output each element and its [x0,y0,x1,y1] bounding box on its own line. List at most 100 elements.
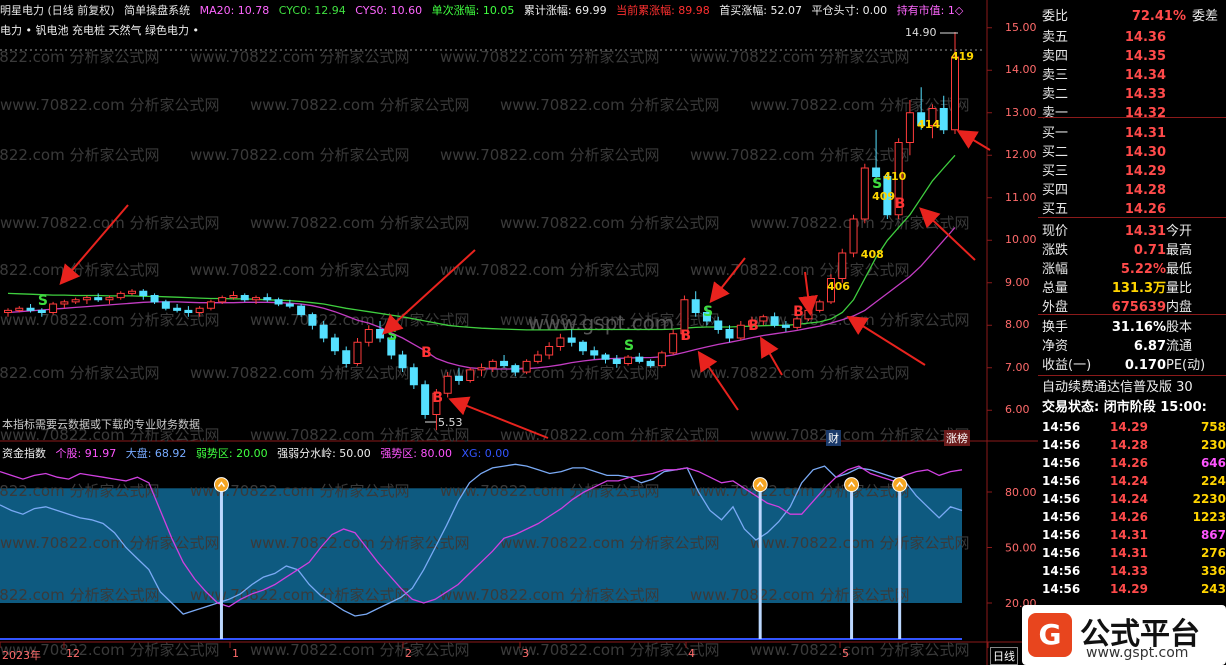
watermark-text: www.70822.com 分析家公式网 [0,48,160,66]
watermark-text: www.70822.com 分析家公式网 [250,214,470,232]
xg-value: XG: 0.00 [461,447,510,460]
ask-row-label: 卖三 [1042,68,1069,83]
system-name[interactable]: 简单操盘系统 [124,4,190,17]
badge-zb[interactable]: 涨榜 [944,430,970,446]
candle-body [443,375,452,394]
signal-label: S [38,293,48,309]
ask-row: 卖五 14.36 [1042,28,1226,47]
candle-body [500,360,509,367]
candle-body [297,305,306,316]
tick-volume: 2230 [1192,492,1226,506]
watermark-text: www.70822.com 分析家公式网 [440,146,660,164]
watermark-text: www.70822.com 分析家公式网 [0,146,160,164]
quote-row: 总量 131.3万 量比 [1042,279,1226,298]
signal-dot [752,477,768,493]
signal-label: B [895,196,906,212]
signal-label: 409 [872,190,895,203]
candle-body [951,56,959,131]
finance-row-value: 31.16% [1111,320,1166,335]
candle-body [252,297,261,301]
candle-body [624,356,633,364]
watermark-text: www.70822.com 分析家公式网 [690,586,910,604]
price-axis-label: 13.00 [1005,105,1037,119]
watermark-text: www.70822.com 分析家公式网 [690,364,910,382]
ask-row-value: 14.33 [1124,87,1166,102]
watermark-text: www.70822.com 分析家公式网 [750,96,970,114]
badge-cai[interactable]: 财 [826,430,841,446]
time-axis-label: 3 [522,647,529,660]
tick-volume: 230 [1200,438,1226,452]
indicator-name[interactable]: 资金指数 [2,447,46,460]
candle-body [206,301,215,309]
time-axis-label: 2023年 [2,649,41,662]
tick-time: 14:56 [1042,528,1081,542]
candle-body [161,301,170,309]
panel-separator [1038,217,1226,218]
candle-body [342,350,351,364]
tick-time: 14:56 [1042,582,1081,596]
stock-title[interactable]: 明星电力 (日线 前复权) [0,4,115,17]
watermark-text: www.70822.com 分析家公式网 [440,482,660,500]
tick-price: 14.26 [1110,510,1148,524]
signal-label: S [703,304,713,320]
tick-row: 14:56 14.31 276 [1042,544,1226,562]
bid-row: 买三 14.29 [1042,162,1226,181]
ask-row: 卖三 14.34 [1042,66,1226,85]
ad-banner[interactable]: 自动续费通达信普及版 30 [1042,378,1226,397]
ask-row-label: 卖五 [1042,30,1069,45]
tick-row: 14:56 14.24 224 [1042,472,1226,490]
candle-body [849,218,858,254]
tick-volume: 867 [1200,528,1226,542]
time-axis-label[interactable]: 日线 [990,647,1018,665]
signal-label: 410 [883,170,906,183]
candle-body [657,352,666,367]
quote-row: 涨幅 5.22% 最低 [1042,260,1226,279]
panel-separator [1038,375,1226,376]
finance-row: 换手 31.16% 股本 [1042,318,1226,337]
watermark-text: www.70822.com 分析家公式网 [750,641,970,659]
candle-body [421,384,430,415]
tick-price: 14.24 [1110,492,1148,506]
tick-time: 14:56 [1042,438,1081,452]
candle-body [319,324,328,339]
finance-row-right: PE(动) [1166,358,1206,373]
watermark-text: www.70822.com 分析家公式网 [750,426,970,444]
candle-body [838,252,847,279]
signal-label: B [680,328,691,344]
tick-volume: 646 [1200,456,1226,470]
candle-body [128,290,137,294]
candle-body [150,295,159,303]
candle-body [330,337,339,352]
signal-dot [213,477,229,493]
watermark-text: www.70822.com 分析家公式网 [440,48,660,66]
quote-row-right: 今开 [1166,224,1193,239]
low-annotation: 5.53 [438,416,463,429]
quote-row: 涨跌 0.71 最高 [1042,241,1226,260]
candle-body [195,307,204,313]
candle-body [793,318,802,328]
watermark-text: www.70822.com 分析家公式网 [250,641,470,659]
bid-row-label: 买三 [1042,164,1069,179]
tick-volume: 336 [1200,564,1226,578]
bid-row-label: 买一 [1042,126,1069,141]
price-axis-label: 12.00 [1005,148,1037,162]
quote-row-right: 最低 [1166,262,1193,277]
finance-row-label: 净资 [1042,339,1069,354]
cyc0-value: CYC0: 12.94 [278,4,346,17]
bid-row-value: 14.31 [1124,126,1166,141]
tick-price: 14.24 [1110,474,1148,488]
candle-body [71,299,80,303]
panel-separator [1038,314,1226,315]
candle-body [545,346,554,356]
tick-row: 14:56 14.28 230 [1042,436,1226,454]
quote-row-right: 量比 [1166,281,1193,296]
watermark-text: www.70822.com 分析家公式网 [690,48,910,66]
candle-body [860,167,869,220]
signal-label: 408 [861,248,884,261]
candle-body [398,354,407,369]
stock-index: 个股: 91.97 [55,447,117,460]
bid-row-label: 买四 [1042,183,1069,198]
tick-row: 14:56 14.26 1223 [1042,508,1226,526]
candle-body [646,360,655,367]
cys0-value: CYS0: 10.60 [355,4,423,17]
